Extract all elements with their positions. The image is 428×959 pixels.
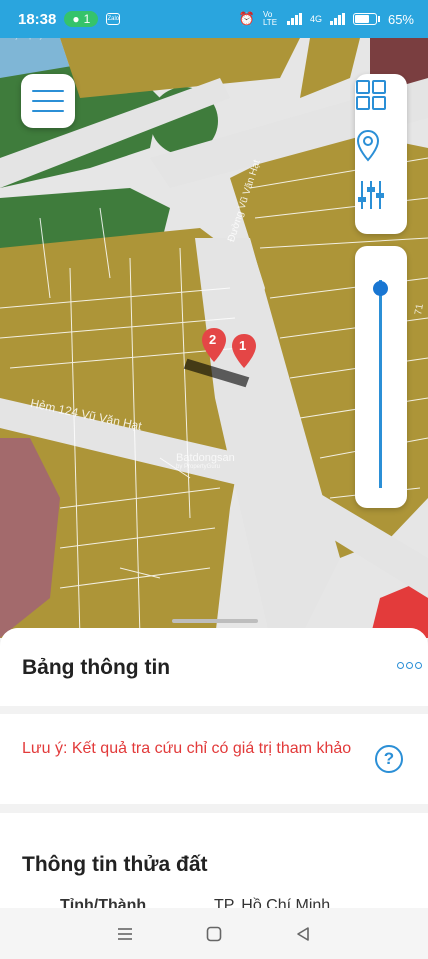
map-view[interactable]: Batdongsan by PropertyGuru Batdongsan by…	[0, 38, 428, 638]
sheet-drag-handle[interactable]	[172, 619, 258, 623]
province-value: TP. Hồ Chí Minh	[214, 897, 331, 908]
location-pin-icon	[356, 129, 380, 162]
marker-label-1[interactable]: 1	[239, 338, 246, 353]
more-icon	[397, 662, 404, 669]
map-watermark-center: Batdongsan by PropertyGuru	[176, 452, 235, 470]
nav-recents-icon	[117, 927, 132, 940]
help-icon[interactable]: ?	[375, 745, 403, 773]
parcel-info-card: Thông tin thửa đất Tỉnh/Thành TP. Hồ Chí…	[0, 813, 428, 908]
map-edge-label: 71	[413, 303, 426, 316]
alarm-icon: ⏰	[238, 11, 255, 26]
wifi-hotspot-icon: ●	[72, 12, 80, 26]
layers-grid-button[interactable]	[355, 79, 407, 129]
notice-text: Lưu ý: Kết quả tra cứu chỉ có giá trị th…	[22, 740, 352, 757]
menu-icon	[32, 90, 64, 92]
notice-card: Lưu ý: Kết quả tra cứu chỉ có giá trị th…	[0, 714, 428, 804]
system-nav-bar	[0, 908, 428, 959]
nav-back-icon	[297, 926, 310, 941]
info-sheet: Bảng thông tin Lưu ý: Kết quả tra cứu ch…	[0, 628, 428, 908]
status-icons: ⏰ Vo LTE 4G 65%	[239, 11, 414, 27]
nav-home-icon	[206, 926, 222, 941]
status-time: 18:38	[18, 10, 57, 28]
province-label: Tỉnh/Thành	[60, 897, 147, 908]
zoom-track[interactable]	[379, 280, 382, 488]
filter-button[interactable]	[355, 179, 407, 229]
zoom-knob[interactable]	[373, 281, 388, 297]
signal-icon	[286, 13, 302, 25]
hotspot-badge: ● 1	[64, 11, 99, 27]
battery-icon	[352, 13, 377, 25]
location-button[interactable]	[355, 129, 407, 179]
home-button[interactable]	[194, 914, 234, 954]
grid-icon	[356, 80, 386, 110]
filter-sliders-icon	[358, 181, 384, 209]
map-watermark-top: Batdongsan by PropertyGuru	[12, 38, 71, 40]
back-button[interactable]	[283, 914, 323, 954]
parcel-title: Thông tin thửa đất	[22, 853, 208, 876]
volte-label: Vo LTE	[262, 10, 278, 27]
recents-button[interactable]	[105, 914, 145, 954]
zoom-slider[interactable]	[355, 246, 407, 508]
sheet-title: Bảng thông tin	[22, 656, 171, 679]
network-type-label: 4G	[309, 14, 322, 24]
sheet-header: Bảng thông tin	[0, 628, 428, 706]
status-bar: 18:38 ● 1 Zalo ⏰ Vo LTE 4G 65%	[0, 0, 428, 38]
map-tools-panel	[355, 74, 407, 234]
signal-2-icon	[329, 13, 345, 25]
marker-label-2[interactable]: 2	[209, 332, 216, 347]
zalo-notification-icon: Zalo	[106, 13, 121, 25]
hotspot-count: 1	[83, 12, 91, 26]
more-button[interactable]	[397, 662, 422, 669]
battery-percent: 65%	[387, 11, 414, 27]
menu-button[interactable]	[21, 74, 75, 128]
